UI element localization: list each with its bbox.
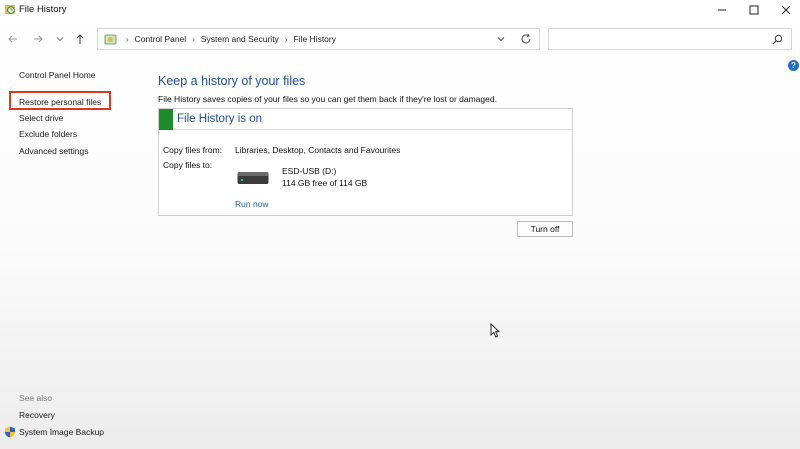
up-button[interactable] — [72, 31, 88, 47]
help-icon[interactable]: ? — [788, 60, 799, 71]
close-icon — [781, 5, 791, 15]
window-title: File History — [19, 4, 67, 15]
copy-from-label: Copy files from: — [163, 145, 223, 155]
run-now-link[interactable]: Run now — [235, 199, 269, 209]
up-arrow-icon — [76, 34, 84, 44]
recent-locations-button[interactable] — [52, 31, 68, 47]
breadcrumb-separator: › — [126, 34, 129, 44]
minimize-icon — [718, 9, 726, 11]
sidebar-item-select-drive[interactable]: Select drive — [19, 113, 63, 123]
status-header: File History is on — [159, 109, 572, 130]
search-input[interactable] — [548, 28, 792, 50]
forward-button[interactable] — [30, 31, 46, 47]
minimize-button[interactable] — [704, 0, 740, 20]
maximize-button[interactable] — [736, 0, 772, 20]
turn-off-button[interactable]: Turn off — [517, 221, 573, 237]
breadcrumb-control-panel[interactable]: Control Panel — [135, 34, 187, 44]
breadcrumb-file-history[interactable]: File History — [293, 34, 336, 44]
back-arrow-icon — [8, 35, 17, 43]
uac-shield-icon — [5, 426, 15, 438]
title-bar: File History — [0, 0, 800, 20]
forward-arrow-icon — [34, 35, 43, 43]
chevron-down-icon — [56, 37, 64, 42]
sidebar-item-restore-personal-files[interactable]: Restore personal files — [19, 97, 101, 107]
sidebar-item-recovery[interactable]: Recovery — [19, 410, 55, 420]
back-button[interactable] — [5, 31, 21, 47]
mouse-cursor-icon — [490, 323, 500, 338]
see-also-label: See also — [19, 393, 53, 403]
copy-from-value: Libraries, Desktop, Contacts and Favouri… — [235, 145, 401, 155]
breadcrumb: › Control Panel › System and Security › … — [120, 34, 336, 44]
sidebar-item-exclude-folders[interactable]: Exclude folders — [19, 129, 77, 139]
breadcrumb-system-and-security[interactable]: System and Security — [201, 34, 279, 44]
close-button[interactable] — [768, 0, 800, 20]
breadcrumb-separator: › — [192, 34, 195, 44]
address-bar[interactable]: › Control Panel › System and Security › … — [97, 28, 540, 50]
control-panel-icon — [104, 34, 117, 45]
status-panel: File History is on Copy files from: Libr… — [158, 108, 573, 216]
page-title: Keep a history of your files — [158, 74, 306, 88]
sidebar-item-advanced-settings[interactable]: Advanced settings — [19, 146, 88, 156]
maximize-icon — [749, 5, 759, 15]
page-description: File History saves copies of your files … — [158, 94, 497, 104]
usb-drive-icon — [237, 172, 269, 184]
drive-free-space: 114 GB free of 114 GB — [282, 178, 368, 188]
status-title: File History is on — [177, 113, 262, 125]
sidebar-item-control-panel-home[interactable]: Control Panel Home — [19, 70, 96, 80]
copy-to-label: Copy files to: — [163, 160, 213, 170]
breadcrumb-separator: › — [284, 34, 288, 44]
sidebar-item-system-image-backup[interactable]: System Image Backup — [19, 427, 104, 437]
search-icon — [772, 34, 783, 45]
refresh-icon[interactable] — [519, 32, 533, 46]
status-indicator — [159, 109, 173, 130]
address-dropdown-icon[interactable] — [495, 33, 507, 45]
file-history-icon — [5, 5, 15, 14]
drive-name: ESD-USB (D:) — [282, 166, 337, 176]
